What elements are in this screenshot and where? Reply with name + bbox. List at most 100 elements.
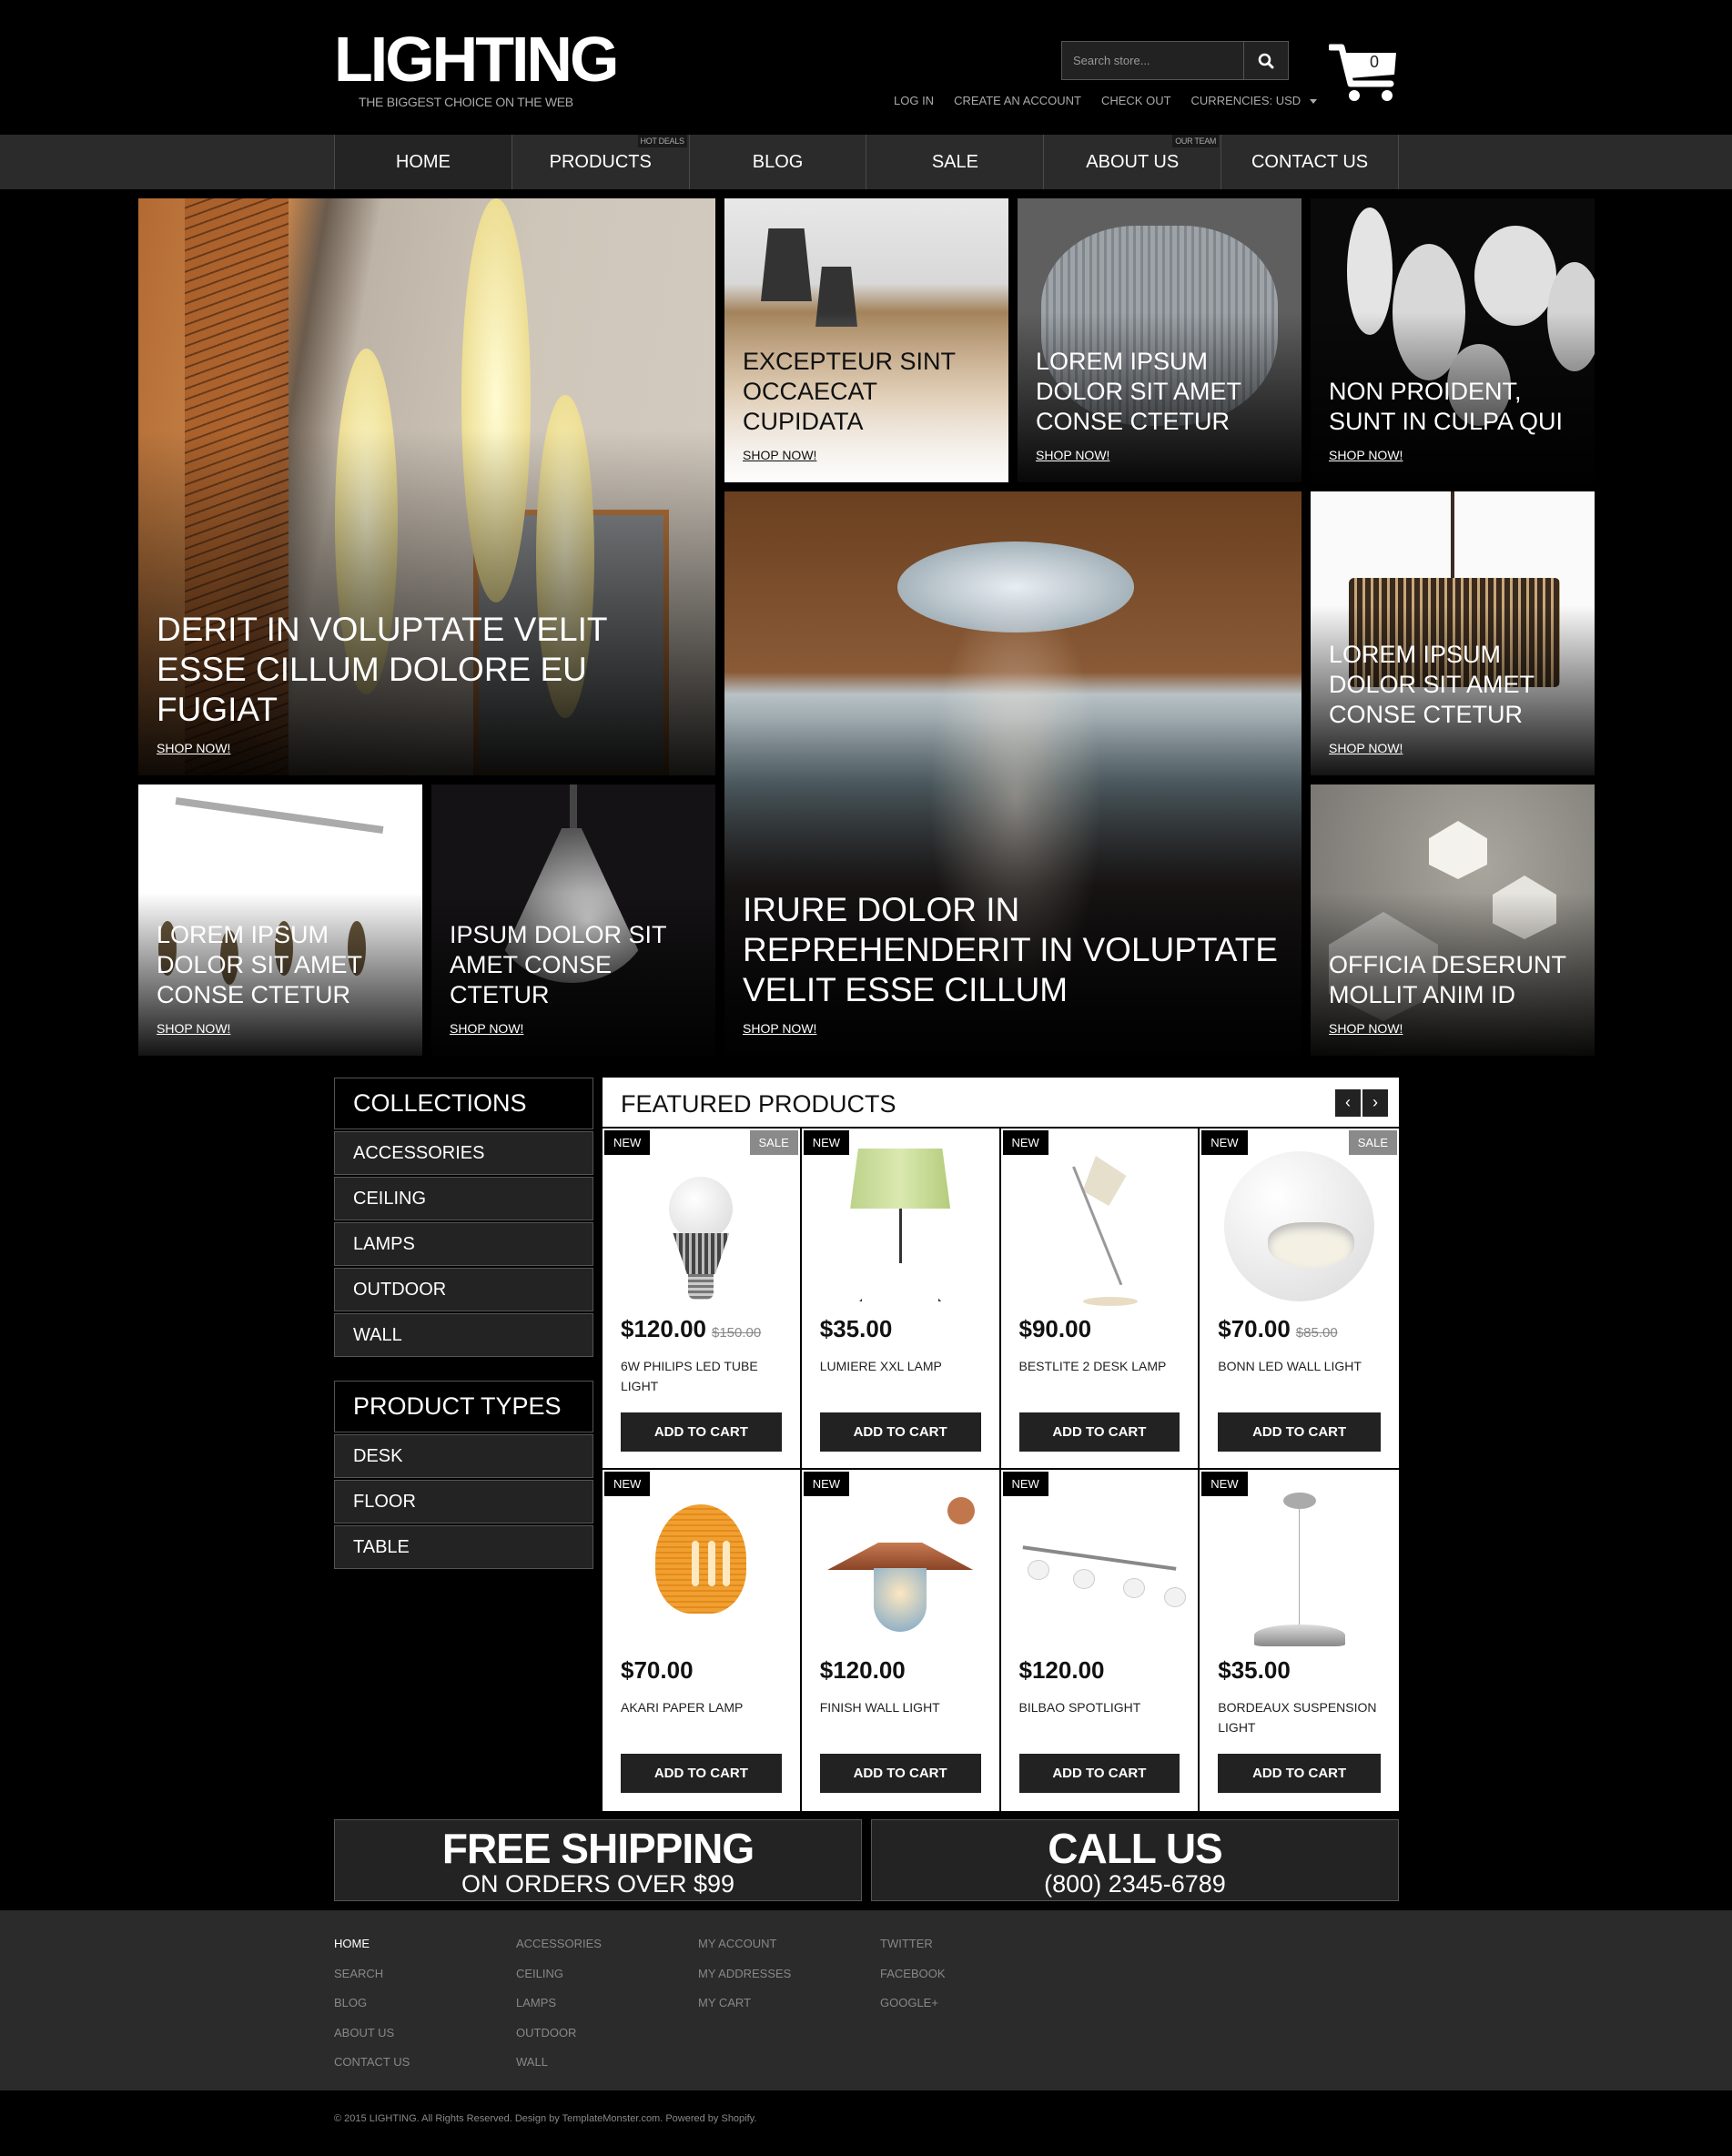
banner-tile-2[interactable]: EXCEPTEUR SINT OCCAECAT CUPIDATA SHOP NO… [724, 198, 1008, 482]
product-card[interactable]: NEW $35.00 BORDEAUX SUSPENSION LIGHT ADD TO… [1200, 1470, 1399, 1811]
site-logo[interactable]: LIGHTING [334, 27, 619, 91]
product-name[interactable]: BESTLITE 2 DESK LAMP [1019, 1356, 1184, 1376]
banner-tile-6[interactable]: LOREM IPSUM DOLOR SIT AMET CONSE CTETUR … [1311, 491, 1595, 775]
add-to-cart-button[interactable]: ADD TO CART [1218, 1412, 1381, 1452]
sidebar-item-wall[interactable]: WALL [334, 1313, 593, 1357]
add-to-cart-button[interactable]: ADD TO CART [621, 1754, 782, 1793]
product-price-block: $35.00 [820, 1315, 893, 1343]
nav-label: CONTACT US [1251, 151, 1369, 172]
nav-home[interactable]: HOME [335, 135, 512, 189]
add-to-cart-button[interactable]: ADD TO CART [819, 1412, 981, 1452]
sidebar-item-table[interactable]: TABLE [334, 1525, 593, 1569]
footer-link-lamps[interactable]: LAMPS [516, 1996, 602, 2026]
carousel-next-button[interactable]: › [1362, 1089, 1388, 1117]
spotlight-image[interactable] [1019, 1488, 1185, 1647]
shop-now-link[interactable]: SHOP NOW! [1329, 741, 1403, 755]
free-shipping-subtitle: ON ORDERS OVER $99 [461, 1870, 735, 1898]
checkout-link[interactable]: CHECK OUT [1101, 94, 1171, 107]
add-to-cart-button[interactable]: ADD TO CART [621, 1412, 782, 1452]
footer-link-home[interactable]: HOME [334, 1937, 410, 1967]
shop-now-link[interactable]: SHOP NOW! [1036, 448, 1109, 462]
banner-tile-1[interactable]: DERIT IN VOLUPTATE VELIT ESSE CILLUM DOL… [138, 198, 715, 775]
table-lamp-image[interactable] [820, 1147, 981, 1306]
shop-now-link[interactable]: SHOP NOW! [1329, 448, 1403, 462]
product-card[interactable]: NEW $120.00 BILBAO SPOTLIGHT ADD TO CART [1000, 1470, 1200, 1811]
login-link[interactable]: LOG IN [894, 94, 934, 107]
footer-link-about-us[interactable]: ABOUT US [334, 2026, 410, 2056]
add-to-cart-button[interactable]: ADD TO CART [1018, 1754, 1180, 1793]
footer-link-accessories[interactable]: ACCESSORIES [516, 1937, 602, 1967]
footer-link-my-addresses[interactable]: MY ADDRESSES [698, 1967, 791, 1997]
search-button[interactable] [1243, 42, 1288, 79]
carousel-prev-button[interactable]: ‹ [1335, 1089, 1361, 1117]
add-to-cart-button[interactable]: ADD TO CART [1018, 1412, 1180, 1452]
product-card[interactable]: NEW $70.00 AKARI PAPER LAMP ADD TO CART [603, 1470, 802, 1811]
product-price-block: $120.00 [1019, 1656, 1105, 1685]
footer-link-facebook[interactable]: FACEBOOK [880, 1967, 946, 1997]
product-name[interactable]: BILBAO SPOTLIGHT [1019, 1697, 1184, 1717]
nav-about-us[interactable]: ABOUT US OUR TEAM [1044, 135, 1222, 189]
sidebar-item-lamps[interactable]: LAMPS [334, 1222, 593, 1266]
nav-blog[interactable]: BLOG [690, 135, 867, 189]
footer-link-ceiling[interactable]: CEILING [516, 1967, 602, 1997]
cart-button[interactable]: 0 [1327, 44, 1400, 104]
add-to-cart-button[interactable]: ADD TO CART [1218, 1754, 1381, 1793]
nav-contact-us[interactable]: CONTACT US [1221, 135, 1399, 189]
shop-now-link[interactable]: SHOP NOW! [450, 1021, 523, 1036]
product-name[interactable]: AKARI PAPER LAMP [621, 1697, 785, 1717]
product-name[interactable]: BONN LED WALL LIGHT [1218, 1356, 1384, 1376]
add-to-cart-button[interactable]: ADD TO CART [819, 1754, 981, 1793]
footer-link-my-cart[interactable]: MY CART [698, 1996, 791, 2026]
nav-label: HOME [395, 151, 451, 172]
banner-tile-4[interactable]: NON PROIDENT, SUNT IN CULPA QUI SHOP NOW… [1311, 198, 1595, 482]
featured-title: FEATURED PRODUCTS [621, 1090, 896, 1118]
product-name[interactable]: LUMIERE XXL LAMP [820, 1356, 985, 1376]
shop-now-link[interactable]: SHOP NOW! [157, 741, 230, 755]
nav-sale[interactable]: SALE [866, 135, 1045, 189]
footer-link-search[interactable]: SEARCH [334, 1967, 410, 1997]
shop-now-link[interactable]: SHOP NOW! [157, 1021, 230, 1036]
banner-tile-8[interactable]: IPSUM DOLOR SIT AMET CONSE CTETUR SHOP N… [431, 784, 715, 1056]
banner-tile-7[interactable]: LOREM IPSUM DOLOR SIT AMET CONSE CTETUR … [138, 784, 422, 1056]
wall-lantern-image[interactable] [820, 1488, 981, 1647]
currency-selector[interactable]: CURRENCIES: USD [1191, 94, 1318, 107]
free-shipping-title: FREE SHIPPING [441, 1825, 755, 1872]
paper-lamp-image[interactable] [621, 1488, 782, 1647]
shop-now-link[interactable]: SHOP NOW! [1329, 1021, 1403, 1036]
product-name[interactable]: 6W PHILIPS LED TUBE LIGHT [621, 1356, 785, 1396]
product-card[interactable]: NEW SALE $120.00 $150.00 6W PHILIPS LED TUBE… [603, 1129, 802, 1470]
wall-light-image[interactable] [1218, 1147, 1381, 1306]
product-name[interactable]: FINISH WALL LIGHT [820, 1697, 985, 1717]
product-card[interactable]: NEW $90.00 BESTLITE 2 DESK LAMP ADD TO CART [1000, 1129, 1200, 1470]
product-card[interactable]: NEW SALE $70.00 $85.00 BONN LED WALL LIGHT AD… [1200, 1129, 1399, 1470]
footer-link-contact-us[interactable]: CONTACT US [334, 2055, 410, 2085]
banner-tile-3[interactable]: LOREM IPSUM DOLOR SIT AMET CONSE CTETUR … [1018, 198, 1302, 482]
footer-link-outdoor[interactable]: OUTDOOR [516, 2026, 602, 2056]
shop-now-link[interactable]: SHOP NOW! [743, 1021, 816, 1036]
sidebar-item-desk[interactable]: DESK [334, 1434, 593, 1478]
shop-now-link[interactable]: SHOP NOW! [743, 448, 816, 462]
banner-tile-9[interactable]: OFFICIA DESERUNT MOLLIT ANIM ID SHOP NOW… [1311, 784, 1595, 1056]
footer-link-my-account[interactable]: MY ACCOUNT [698, 1937, 791, 1967]
sidebar-item-floor[interactable]: FLOOR [334, 1480, 593, 1523]
desk-lamp-image[interactable] [1019, 1147, 1180, 1306]
product-card[interactable]: NEW $120.00 FINISH WALL LIGHT ADD TO CART [801, 1470, 1001, 1811]
led-bulb-image[interactable] [621, 1147, 782, 1306]
sidebar-item-accessories[interactable]: ACCESSORIES [334, 1131, 593, 1175]
create-account-link[interactable]: CREATE AN ACCOUNT [954, 94, 1081, 107]
banner-tile-5[interactable]: IRURE DOLOR IN REPREHENDERIT IN VOLUPTAT… [724, 491, 1302, 1056]
footer-link-google-plus[interactable]: GOOGLE+ [880, 1996, 946, 2026]
phone-number[interactable]: (800) 2345-6789 [872, 1871, 1398, 1897]
product-old-price: $150.00 [711, 1325, 762, 1341]
sidebar-item-ceiling[interactable]: CEILING [334, 1177, 593, 1220]
search-input[interactable] [1062, 42, 1243, 79]
product-name[interactable]: BORDEAUX SUSPENSION LIGHT [1218, 1697, 1384, 1737]
product-card[interactable]: NEW $35.00 LUMIERE XXL LAMP ADD TO CART [801, 1129, 1001, 1470]
suspension-light-image[interactable] [1218, 1488, 1381, 1647]
nav-products[interactable]: PRODUCTS HOT DEALS [512, 135, 690, 189]
footer-link-blog[interactable]: BLOG [334, 1996, 410, 2026]
footer-link-twitter[interactable]: TWITTER [880, 1937, 946, 1967]
nav-label: ABOUT US [1086, 151, 1180, 172]
sidebar-item-outdoor[interactable]: OUTDOOR [334, 1268, 593, 1311]
footer-link-wall[interactable]: WALL [516, 2055, 602, 2085]
